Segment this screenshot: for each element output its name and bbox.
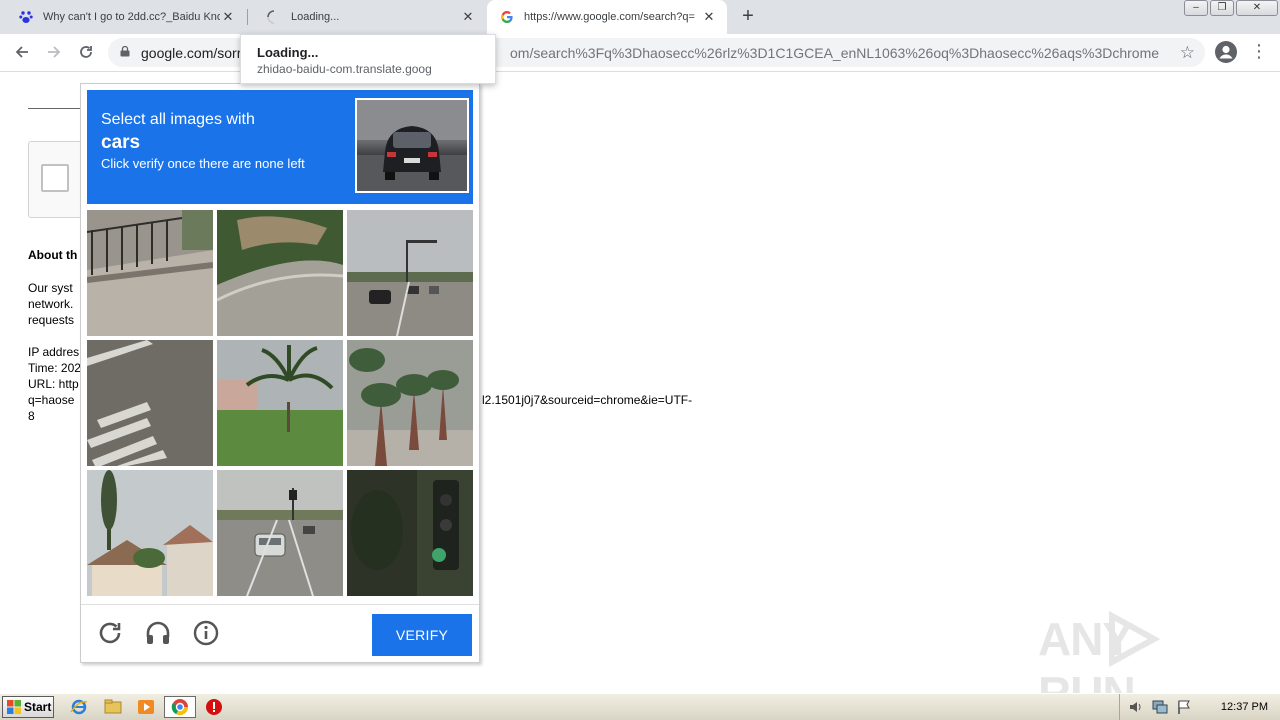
tab-loading[interactable]: Loading... ✕ [248, 0, 486, 34]
media-player-icon[interactable] [137, 698, 155, 716]
tab-title: https://www.google.com/search?q= [524, 11, 695, 23]
network-icon[interactable] [1152, 699, 1168, 715]
text-line: Time: 202 [28, 361, 81, 375]
volume-icon[interactable] [1128, 699, 1144, 715]
back-arrow-icon[interactable] [12, 42, 32, 62]
grid-tile-2[interactable] [217, 210, 343, 336]
target-object: cars [101, 132, 141, 153]
tab-google-search[interactable]: https://www.google.com/search?q= ✕ [487, 0, 727, 34]
divider [28, 108, 88, 109]
request-details: IP addres Time: 202 URL: http q=haose 8 [28, 344, 81, 424]
window-controls: – ❐ ✕ [1182, 0, 1278, 16]
restore-button[interactable]: ❐ [1210, 0, 1234, 16]
instruction-text: Select all images with [101, 111, 255, 128]
tab-title: Why can't I go to 2dd.cc?_Baidu Kno [43, 11, 220, 23]
tooltip-title: Loading... [257, 45, 319, 60]
stop-alert-icon[interactable] [205, 698, 223, 716]
sample-car-image [355, 98, 469, 193]
verify-button[interactable]: VERIFY [372, 614, 472, 656]
tab-baidu[interactable]: Why can't I go to 2dd.cc?_Baidu Kno ✕ [0, 0, 246, 34]
text-line: q=haose [28, 393, 75, 407]
windows-flag-icon [7, 700, 21, 714]
taskbar: Start 12:37 PM [0, 693, 1280, 720]
captcha-footer: VERIFY [81, 604, 479, 663]
minimize-button[interactable]: – [1184, 0, 1208, 16]
watermark-play-icon [1109, 610, 1161, 668]
info-icon[interactable] [191, 618, 221, 648]
captcha-header: Select all images with cars Click verify… [87, 90, 473, 204]
url-host: google.com/sorr [141, 45, 242, 61]
taskbar-chrome-active[interactable] [164, 696, 196, 718]
browser-toolbar: google.com/sorr om/search%3Fq%3Dhaosecc%… [0, 34, 1280, 72]
grid-tile-7[interactable] [87, 470, 213, 596]
text-line: URL: http [28, 377, 79, 391]
tab-bar: Why can't I go to 2dd.cc?_Baidu Kno ✕ Lo… [0, 0, 1280, 34]
grid-tile-3[interactable] [347, 210, 473, 336]
grid-tile-6[interactable] [347, 340, 473, 466]
close-tab-icon[interactable]: ✕ [460, 9, 476, 25]
image-grid [87, 210, 473, 596]
captcha-challenge: Select all images with cars Click verify… [80, 83, 480, 663]
reload-challenge-icon[interactable] [95, 618, 125, 648]
headphones-icon[interactable] [143, 618, 173, 648]
url-path: om/search%3Fq%3Dhaosecc%26rlz%3D1C1GCEA_… [510, 45, 1160, 61]
google-g-icon [499, 9, 515, 25]
loading-tooltip: Loading... zhidao-baidu-com.translate.go… [240, 34, 496, 84]
text-line: network. [28, 297, 74, 311]
grid-tile-9[interactable] [347, 470, 473, 596]
instruction-hint: Click verify once there are none left [101, 156, 305, 171]
reload-icon[interactable] [76, 42, 96, 62]
request-url-tail: l2.1501j0j7&sourceid=chrome&ie=UTF- [482, 393, 693, 407]
lock-icon [120, 46, 130, 57]
bookmark-star-icon[interactable]: ☆ [1180, 43, 1195, 63]
loading-spinner-icon [266, 9, 282, 25]
profile-avatar-icon[interactable] [1215, 41, 1237, 63]
close-tab-icon[interactable]: ✕ [701, 9, 717, 25]
tooltip-host: zhidao-baidu-com.translate.goog [257, 62, 432, 76]
folder-icon[interactable] [104, 698, 122, 716]
start-label: Start [24, 700, 52, 714]
close-window-button[interactable]: ✕ [1236, 0, 1278, 16]
about-heading: About th [28, 248, 78, 262]
recaptcha-checkbox[interactable] [41, 164, 69, 192]
forward-arrow-icon[interactable] [44, 42, 64, 62]
text-line: Our syst [28, 281, 73, 295]
system-tray: 12:37 PM [1119, 694, 1280, 720]
grid-tile-1[interactable] [87, 210, 213, 336]
grid-tile-8[interactable] [217, 470, 343, 596]
text-line: 8 [28, 409, 35, 423]
chrome-icon [171, 699, 189, 716]
explanation-text: Our syst network. requests [28, 280, 74, 328]
clock: 12:37 PM [1220, 701, 1268, 713]
grid-tile-4[interactable] [87, 340, 213, 466]
text-line: requests [28, 313, 75, 327]
kebab-menu-icon[interactable]: ⋮ [1250, 40, 1268, 64]
baidu-paw-icon [18, 9, 34, 25]
start-button[interactable]: Start [2, 696, 54, 718]
tab-title: Loading... [291, 11, 340, 23]
grid-tile-5[interactable] [217, 340, 343, 466]
internet-explorer-icon[interactable] [70, 698, 88, 716]
text-line: IP addres [28, 345, 80, 359]
action-center-flag-icon[interactable] [1176, 699, 1192, 715]
new-tab-button[interactable]: + [738, 6, 758, 26]
close-tab-icon[interactable]: ✕ [220, 9, 236, 25]
